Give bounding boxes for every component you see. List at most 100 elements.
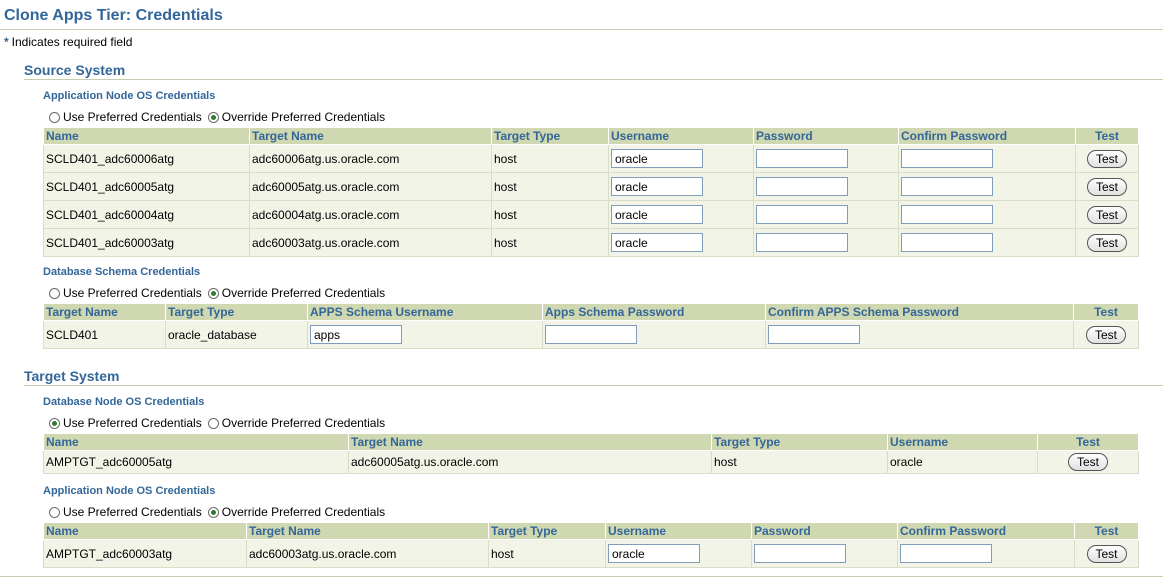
col-confirm-password: Confirm Password	[898, 127, 1076, 145]
cell-username: oracle	[887, 450, 1038, 474]
col-target-type: Target Type	[711, 433, 888, 451]
col-username: Username	[887, 433, 1038, 451]
target-app-node-radio-group: Use Preferred Credentials Override Prefe…	[47, 505, 389, 519]
col-apps-schema-password: Apps Schema Password	[542, 303, 766, 321]
override-preferred-label: Override Preferred Credentials	[221, 110, 386, 124]
test-button[interactable]: Test	[1068, 453, 1108, 471]
cell-confirm-password	[898, 228, 1076, 257]
cell-target-type: host	[488, 539, 606, 568]
use-preferred-radio[interactable]	[49, 287, 60, 299]
use-preferred-radio[interactable]	[49, 506, 60, 518]
test-button[interactable]: Test	[1087, 149, 1127, 168]
use-preferred-label: Use Preferred Credentials	[63, 110, 202, 124]
cell-test: Test	[1074, 539, 1139, 568]
table-row: SCLD401_adc60006atg adc60006atg.us.oracl…	[43, 144, 1139, 173]
password-input[interactable]	[756, 205, 848, 224]
required-star-icon: *	[4, 35, 9, 49]
target-db-node-heading: Database Node OS Credentials	[43, 396, 205, 408]
cell-confirm-password	[898, 200, 1076, 229]
table-row: SCLD401 oracle_database Test	[43, 320, 1139, 349]
password-input[interactable]	[756, 233, 848, 252]
use-preferred-label: Use Preferred Credentials	[63, 505, 202, 519]
username-input[interactable]	[611, 177, 703, 196]
cell-username	[608, 200, 754, 229]
page-title: Clone Apps Tier: Credentials	[4, 7, 223, 24]
col-name: Name	[43, 127, 250, 145]
override-preferred-radio[interactable]	[207, 506, 219, 518]
username-input[interactable]	[611, 205, 703, 224]
confirm-password-input[interactable]	[901, 149, 993, 168]
cell-test: Test	[1075, 172, 1139, 201]
cell-name: SCLD401_adc60003atg	[43, 228, 250, 257]
cell-confirm-password	[898, 172, 1076, 201]
col-target-type: Target Type	[488, 522, 606, 540]
cell-test: Test	[1037, 450, 1139, 474]
test-button[interactable]: Test	[1086, 325, 1126, 344]
cell-target-name: adc60004atg.us.oracle.com	[249, 200, 492, 229]
col-test: Test	[1037, 433, 1139, 451]
test-button[interactable]: Test	[1087, 233, 1127, 252]
override-preferred-radio[interactable]	[207, 417, 219, 429]
cell-target-type: host	[491, 144, 609, 173]
col-test: Test	[1074, 522, 1139, 540]
test-button[interactable]: Test	[1086, 544, 1127, 563]
cell-confirm-password	[897, 539, 1075, 568]
test-button[interactable]: Test	[1087, 177, 1127, 196]
use-preferred-radio[interactable]	[49, 417, 60, 429]
cell-username	[608, 144, 754, 173]
source-system-heading: Source System	[24, 62, 126, 78]
username-input[interactable]	[611, 233, 703, 252]
override-preferred-radio[interactable]	[207, 111, 219, 123]
cell-target-type: host	[491, 228, 609, 257]
title-divider	[0, 29, 1163, 30]
col-password: Password	[751, 522, 898, 540]
target-db-node-radio-group: Use Preferred Credentials Override Prefe…	[47, 416, 389, 430]
cell-target-type: host	[491, 172, 609, 201]
cell-username	[608, 172, 754, 201]
cell-name: AMPTGT_adc60005atg	[43, 450, 349, 474]
override-preferred-radio[interactable]	[207, 287, 219, 299]
apps-schema-username-input[interactable]	[310, 325, 402, 344]
cell-username	[608, 228, 754, 257]
confirm-apps-schema-password-input[interactable]	[768, 325, 860, 344]
col-name: Name	[43, 433, 349, 451]
username-input[interactable]	[611, 149, 703, 168]
use-preferred-radio[interactable]	[49, 111, 60, 123]
password-input[interactable]	[756, 149, 848, 168]
test-button[interactable]: Test	[1087, 205, 1127, 224]
col-confirm-password: Confirm Password	[897, 522, 1075, 540]
col-target-type: Target Type	[165, 303, 308, 321]
cell-target-type: oracle_database	[165, 320, 308, 349]
cell-test: Test	[1075, 228, 1139, 257]
cell-name: SCLD401_adc60004atg	[43, 200, 250, 229]
apps-schema-password-input[interactable]	[545, 325, 637, 344]
cell-password	[751, 539, 898, 568]
col-target-name: Target Name	[249, 127, 492, 145]
required-note-text: Indicates required field	[11, 35, 133, 49]
target-app-node-table: Name Target Name Target Type Username Pa…	[43, 522, 1139, 568]
col-password: Password	[753, 127, 899, 145]
col-name: Name	[43, 522, 247, 540]
cell-username	[605, 539, 752, 568]
username-input[interactable]	[608, 544, 700, 563]
cell-confirm-password	[898, 144, 1076, 173]
source-db-schema-table: Target Name Target Type APPS Schema User…	[43, 303, 1139, 349]
confirm-password-input[interactable]	[901, 205, 993, 224]
target-system-divider	[24, 385, 1163, 386]
password-input[interactable]	[754, 544, 846, 563]
cell-password	[542, 320, 766, 349]
confirm-password-input[interactable]	[901, 233, 993, 252]
table-header-row: Name Target Name Target Type Username Pa…	[43, 127, 1139, 145]
table-row: SCLD401_adc60003atg adc60003atg.us.oracl…	[43, 228, 1139, 257]
source-app-node-radio-group: Use Preferred Credentials Override Prefe…	[47, 110, 389, 124]
confirm-password-input[interactable]	[900, 544, 992, 563]
use-preferred-label: Use Preferred Credentials	[63, 286, 202, 300]
cell-password	[753, 228, 899, 257]
cell-target-name: adc60005atg.us.oracle.com	[348, 450, 712, 474]
password-input[interactable]	[756, 177, 848, 196]
cell-target-type: host	[711, 450, 888, 474]
source-db-schema-radio-group: Use Preferred Credentials Override Prefe…	[47, 286, 389, 300]
confirm-password-input[interactable]	[901, 177, 993, 196]
cell-target-name: adc60005atg.us.oracle.com	[249, 172, 492, 201]
col-username: Username	[608, 127, 754, 145]
